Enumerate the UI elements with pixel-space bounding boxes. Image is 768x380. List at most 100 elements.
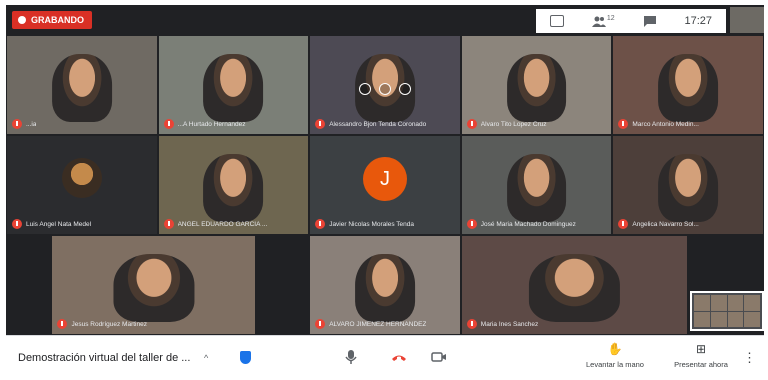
participant-label: ...A Hurtado Hernandez <box>163 119 246 129</box>
record-dot-icon <box>18 16 26 24</box>
top-bar: GRABANDO 12 17:27 <box>6 5 764 35</box>
participant-name: Marco Antonio Medin... <box>632 120 699 128</box>
muted-mic-icon <box>466 119 477 129</box>
participant-label: ALVARO JIMENEZ HERNANDEZ <box>315 319 426 329</box>
participant-tile[interactable]: ALVARO JIMENEZ HERNANDEZ <box>310 236 460 334</box>
chat-icon[interactable] <box>643 15 657 27</box>
participant-name: José Maria Machado Dominguez <box>480 220 576 228</box>
muted-mic-icon <box>12 219 22 229</box>
participant-tile[interactable]: Jesus Rodríguez Martinez <box>52 236 256 334</box>
participant-tile[interactable]: Luis Angel Nata Medel <box>7 136 157 234</box>
present-now-button[interactable]: ⊞ Presentar ahora <box>666 342 736 369</box>
participant-name: Maria Ines Sanchez <box>480 320 539 328</box>
thumbnail-cell <box>727 295 744 311</box>
raise-hand-button[interactable]: ✋ Levantar la mano <box>580 342 650 369</box>
tile-hover-controls <box>358 83 411 96</box>
grid-layout-icon[interactable] <box>549 15 564 27</box>
participant-label: Marco Antonio Medin... <box>618 119 699 129</box>
muted-mic-icon <box>315 319 326 329</box>
muted-mic-icon <box>618 219 629 229</box>
participant-count: 12 <box>606 15 615 22</box>
participant-name: Alessandro Bjon Tenda Coronado <box>329 120 427 128</box>
raise-hand-label: Levantar la mano <box>586 360 644 369</box>
camera-icon[interactable] <box>431 349 447 365</box>
participant-label: Angelica Navarro Sol... <box>618 219 699 229</box>
participant-name: Jesus Rodríguez Martinez <box>71 320 147 328</box>
participant-grid: ...ia ...A Hurtado Hernandez Alessandro Bj… <box>6 35 764 335</box>
participant-tile[interactable]: José Maria Machado Dominguez <box>461 136 612 234</box>
participant-video <box>506 53 567 123</box>
chevron-up-icon[interactable]: ^ <box>204 353 208 363</box>
participant-tile[interactable]: Alvaro Tito Lopez Cruz <box>461 36 612 134</box>
meeting-title[interactable]: Demostración virtual del taller de ... <box>18 352 190 364</box>
participant-name: ANGEL EDUARDO GARCIA ... <box>177 220 268 228</box>
participant-tile[interactable]: Alessandro Bjon Tenda Coronado <box>310 36 460 134</box>
participant-tile[interactable]: ANGEL EDUARDO GARCIA ... <box>158 136 309 234</box>
participant-label: Jesus Rodríguez Martinez <box>57 319 147 329</box>
recording-indicator: GRABANDO <box>12 11 92 29</box>
microphone-icon[interactable] <box>344 349 358 365</box>
participant-name: ...A Hurtado Hernandez <box>177 120 246 128</box>
participant-label: Maria Ines Sanchez <box>466 319 539 329</box>
participant-label: Javier Nicolas Morales Tenda <box>315 219 414 229</box>
thumbnail-cell <box>694 295 710 311</box>
bottom-bar: Demostración virtual del taller de ... ^… <box>6 335 764 378</box>
remove-tile-icon[interactable] <box>398 83 411 96</box>
people-button[interactable]: 12 <box>591 15 615 27</box>
mute-tile-icon[interactable] <box>378 83 391 96</box>
participant-tile[interactable]: Marco Antonio Medin... <box>613 36 763 134</box>
participant-video <box>355 253 415 323</box>
hang-up-icon[interactable] <box>390 349 408 365</box>
participant-video <box>658 53 719 123</box>
muted-mic-icon <box>163 219 174 229</box>
muted-mic-icon <box>12 119 22 129</box>
muted-mic-icon <box>315 219 326 229</box>
participant-label: Alessandro Bjon Tenda Coronado <box>315 119 426 129</box>
participant-name: ALVARO JIMENEZ HERNANDEZ <box>329 320 427 328</box>
filmstrip-thumbnail[interactable] <box>690 291 764 331</box>
participant-name: Luis Angel Nata Medel <box>26 220 92 228</box>
participant-name: Javier Nicolas Morales Tenda <box>329 220 414 228</box>
clock: 17:27 <box>684 15 712 27</box>
meet-window: GRABANDO 12 17:27 ...ia ...A Hurtado Hern… <box>6 5 764 378</box>
self-camera-preview[interactable] <box>730 7 764 33</box>
muted-mic-icon <box>466 219 477 229</box>
participant-name: Angelica Navarro Sol... <box>632 220 699 228</box>
participant-tile[interactable]: ...ia <box>7 36 157 134</box>
participant-label: José Maria Machado Dominguez <box>466 219 576 229</box>
thumbnail-cell <box>694 311 710 327</box>
participant-label: ...ia <box>12 119 36 129</box>
participant-video <box>203 153 264 223</box>
thumbnail-cell <box>710 295 727 311</box>
participant-avatar: J <box>362 157 407 202</box>
present-now-label: Presentar ahora <box>674 360 728 369</box>
pin-tile-icon[interactable] <box>358 83 371 96</box>
thumbnail-cell <box>727 311 744 327</box>
thumbnail-cell <box>744 295 760 311</box>
participant-video <box>506 153 567 223</box>
participant-name: ...ia <box>26 120 37 128</box>
muted-mic-icon <box>163 119 174 129</box>
muted-mic-icon <box>618 119 629 129</box>
hand-icon: ✋ <box>607 342 623 356</box>
participant-tile[interactable]: Angelica Navarro Sol... <box>613 136 763 234</box>
muted-mic-icon <box>315 119 326 129</box>
people-icon <box>591 16 606 27</box>
participant-video <box>113 253 195 323</box>
participant-label: Alvaro Tito Lopez Cruz <box>466 119 547 129</box>
thumbnail-cell <box>744 311 760 327</box>
top-right-panel: 12 17:27 <box>536 9 726 33</box>
participant-tile[interactable]: ...A Hurtado Hernandez <box>158 36 309 134</box>
participant-video <box>658 153 719 223</box>
participant-label: ANGEL EDUARDO GARCIA ... <box>163 219 268 229</box>
thumbnail-cell <box>710 311 727 327</box>
participant-tile[interactable]: J Javier Nicolas Morales Tenda <box>310 136 460 234</box>
muted-mic-icon <box>466 319 477 329</box>
participant-name: Alvaro Tito Lopez Cruz <box>480 120 547 128</box>
muted-mic-icon <box>57 319 68 329</box>
participant-label: Luis Angel Nata Medel <box>12 219 91 229</box>
more-options-icon[interactable]: ⋮ <box>743 350 756 366</box>
shield-icon[interactable] <box>240 351 251 364</box>
participant-tile[interactable]: Maria Ines Sanchez <box>461 236 688 334</box>
participant-video <box>203 53 264 123</box>
